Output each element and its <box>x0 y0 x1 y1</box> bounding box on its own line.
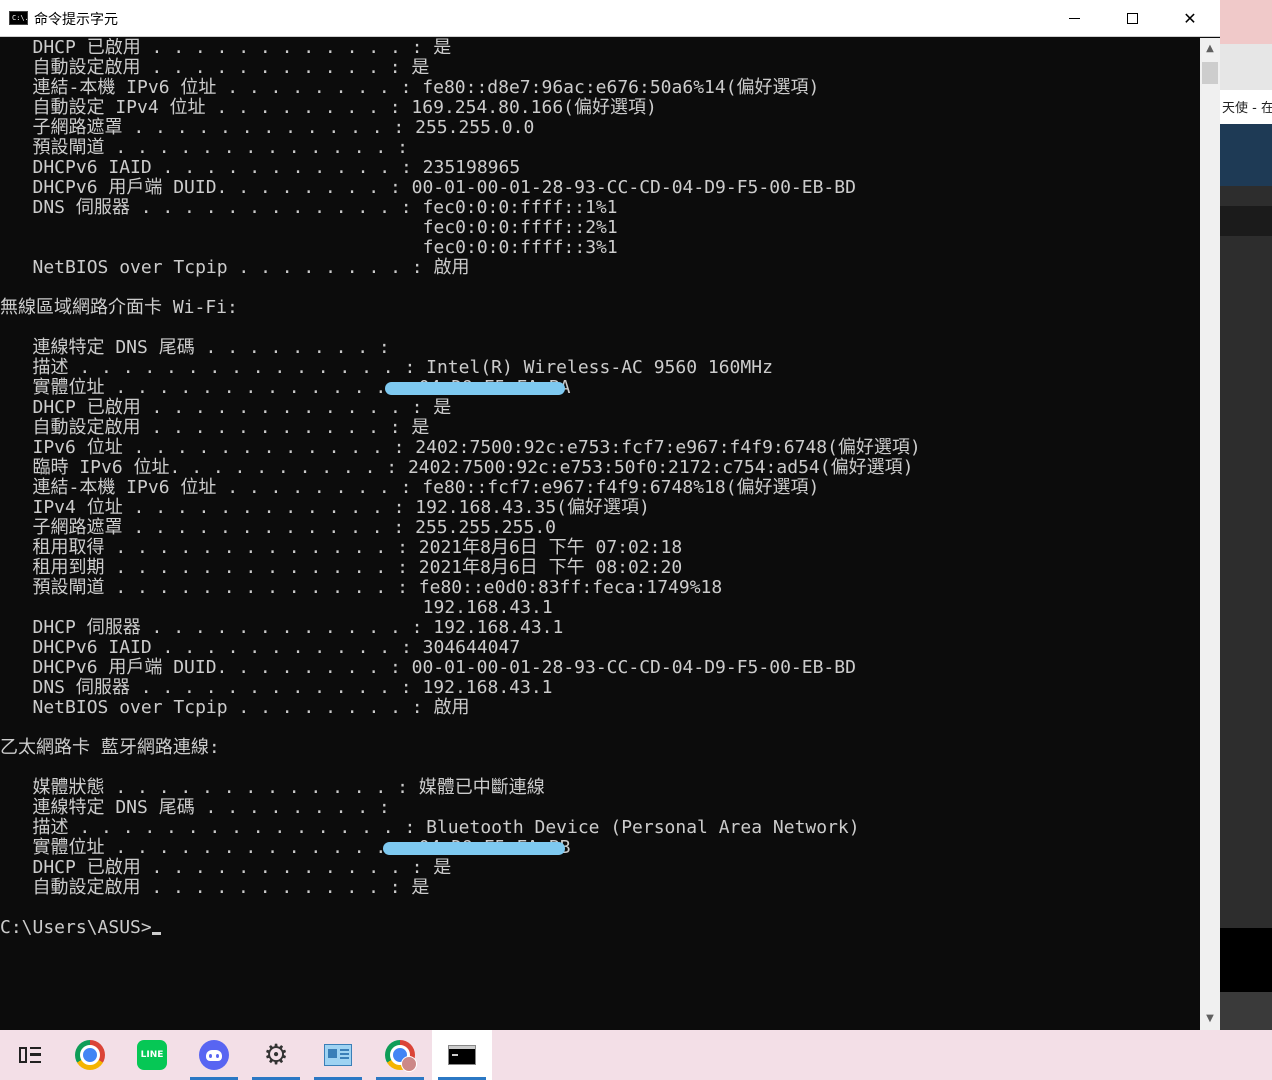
taskbar-discord[interactable] <box>184 1030 244 1080</box>
scrollbar-thumb[interactable] <box>1202 62 1218 84</box>
console-line: 租用取得 . . . . . . . . . . . . . : 2021年8月… <box>0 537 683 558</box>
line-icon: LINE <box>137 1040 167 1070</box>
taskbar-chrome-profile[interactable] <box>370 1030 430 1080</box>
command-prompt-window[interactable]: C:\. 命令提示字元 ✕ C:\Users\ASUS> 自動設定啟用 . . … <box>0 0 1220 1030</box>
control-panel-icon <box>324 1044 352 1066</box>
taskbar: LINE ⚙ <box>0 1030 1272 1080</box>
console-line: DHCP 伺服器 . . . . . . . . . . . . : 192.1… <box>0 617 564 638</box>
redaction-scribble <box>385 382 565 395</box>
console-line: 媒體狀態 . . . . . . . . . . . . . : 媒體已中斷連線 <box>0 777 545 798</box>
background-window-panel <box>1220 928 1272 992</box>
console-line: 描述 . . . . . . . . . . . . . . . : Intel… <box>0 357 773 378</box>
console-line: 連線特定 DNS 尾碼 . . . . . . . . : <box>0 797 390 818</box>
background-window-toolbar <box>1220 44 1272 90</box>
console-line: 自動設定啟用 . . . . . . . . . . . : 是 <box>0 417 430 438</box>
taskbar-task-view[interactable] <box>0 1030 60 1080</box>
cmd-icon <box>448 1045 476 1065</box>
scroll-down-arrow-icon[interactable]: ▼ <box>1200 1008 1220 1028</box>
console-line: 臨時 IPv6 位址. . . . . . . . . . : 2402:750… <box>0 457 914 478</box>
chrome-icon <box>75 1040 105 1070</box>
taskbar-control-panel[interactable] <box>308 1030 368 1080</box>
scroll-up-arrow-icon[interactable]: ▲ <box>1200 38 1220 58</box>
minimize-button[interactable] <box>1045 0 1103 37</box>
console-line: DNS 伺服器 . . . . . . . . . . . . : 192.16… <box>0 677 553 698</box>
background-window-titlebar[interactable] <box>1220 0 1272 44</box>
console-line: 子網路遮罩 . . . . . . . . . . . . : 255.255.… <box>0 517 557 538</box>
console-line: DHCPv6 用戶端 DUID. . . . . . . . : 00-01-0… <box>0 657 856 678</box>
title-bar[interactable]: C:\. 命令提示字元 ✕ <box>0 0 1220 37</box>
background-window-bar <box>1220 206 1272 236</box>
console-output[interactable]: C:\Users\ASUS> 自動設定啟用 . . . . . . . . . … <box>0 38 1200 1030</box>
prompt-text: C:\Users\ASUS> <box>0 917 152 938</box>
console-line: IPv4 位址 . . . . . . . . . . . . : 192.16… <box>0 497 650 518</box>
text-cursor <box>151 932 161 935</box>
console-line: 自動設定啟用 . . . . . . . . . . . : 是 <box>0 877 430 898</box>
profile-avatar-icon <box>401 1056 417 1072</box>
console-line: 自動設定啟用 . . . . . . . . . . . : 是 <box>0 57 430 78</box>
task-view-icon <box>19 1045 41 1065</box>
vertical-scrollbar[interactable]: ▲ ▼ <box>1200 38 1220 1030</box>
console-line: NetBIOS over Tcpip . . . . . . . . : 啟用 <box>0 697 470 718</box>
console-line: fec0:0:0:ffff::3%1 <box>0 237 618 258</box>
console-line: fec0:0:0:ffff::2%1 <box>0 217 618 238</box>
taskbar-line[interactable]: LINE <box>122 1030 182 1080</box>
discord-icon <box>199 1040 229 1070</box>
console-line: 乙太網路卡 藍牙網路連線: <box>0 737 220 758</box>
maximize-button[interactable] <box>1103 0 1161 37</box>
console-line: 自動設定 IPv4 位址 . . . . . . . . : 169.254.8… <box>0 97 657 118</box>
console-line: DHCPv6 IAID . . . . . . . . . . . : 3046… <box>0 637 521 658</box>
window-title: 命令提示字元 <box>34 12 118 28</box>
cmd-window-icon[interactable]: C:\. <box>9 11 28 25</box>
console-line: 租用到期 . . . . . . . . . . . . . : 2021年8月… <box>0 557 683 578</box>
gear-icon: ⚙ <box>263 1038 289 1071</box>
background-window[interactable]: 天使 - 在 <box>1220 0 1272 1030</box>
console-line: 連線特定 DNS 尾碼 . . . . . . . . : <box>0 337 390 358</box>
console-line: 連結-本機 IPv6 位址 . . . . . . . . : fe80::fc… <box>0 477 820 498</box>
console-line: DHCP 已啟用 . . . . . . . . . . . . : 是 <box>0 397 452 418</box>
console-line: 無線區域網路介面卡 Wi-Fi: <box>0 297 238 318</box>
console-line: IPv6 位址 . . . . . . . . . . . . : 2402:7… <box>0 437 921 458</box>
console-line: DHCP 已啟用 . . . . . . . . . . . . : 是 <box>0 857 452 878</box>
background-window-header <box>1220 124 1272 186</box>
console-line: 預設閘道 . . . . . . . . . . . . . : fe80::e… <box>0 577 723 598</box>
background-window-footer <box>1220 992 1272 1030</box>
console-line: 預設閘道 . . . . . . . . . . . . . : <box>0 137 408 158</box>
console-line: DHCP 已啟用 . . . . . . . . . . . . : 是 <box>0 38 452 58</box>
console-line: 192.168.43.1 <box>0 597 553 618</box>
taskbar-settings[interactable]: ⚙ <box>246 1030 306 1080</box>
console-line: DHCPv6 用戶端 DUID. . . . . . . . : 00-01-0… <box>0 177 856 198</box>
console-line: 描述 . . . . . . . . . . . . . . . : Bluet… <box>0 817 860 838</box>
command-prompt-line[interactable]: C:\Users\ASUS> <box>0 918 161 938</box>
console-line: NetBIOS over Tcpip . . . . . . . . : 啟用 <box>0 257 470 278</box>
console-line: DHCPv6 IAID . . . . . . . . . . . : 2351… <box>0 157 521 178</box>
maximize-icon <box>1126 13 1138 24</box>
background-window-tab-text: 天使 - 在 <box>1222 101 1272 116</box>
console-line: DNS 伺服器 . . . . . . . . . . . . : fec0:0… <box>0 197 618 218</box>
console-line: 連結-本機 IPv6 位址 . . . . . . . . : fe80::d8… <box>0 77 820 98</box>
taskbar-command-prompt[interactable] <box>432 1030 492 1080</box>
taskbar-chrome[interactable] <box>60 1030 120 1080</box>
close-button[interactable]: ✕ <box>1161 0 1219 37</box>
console-line: 子網路遮罩 . . . . . . . . . . . . : 255.255.… <box>0 117 535 138</box>
redaction-scribble <box>383 842 565 855</box>
minimize-icon <box>1068 18 1080 19</box>
close-icon: ✕ <box>1183 9 1197 28</box>
